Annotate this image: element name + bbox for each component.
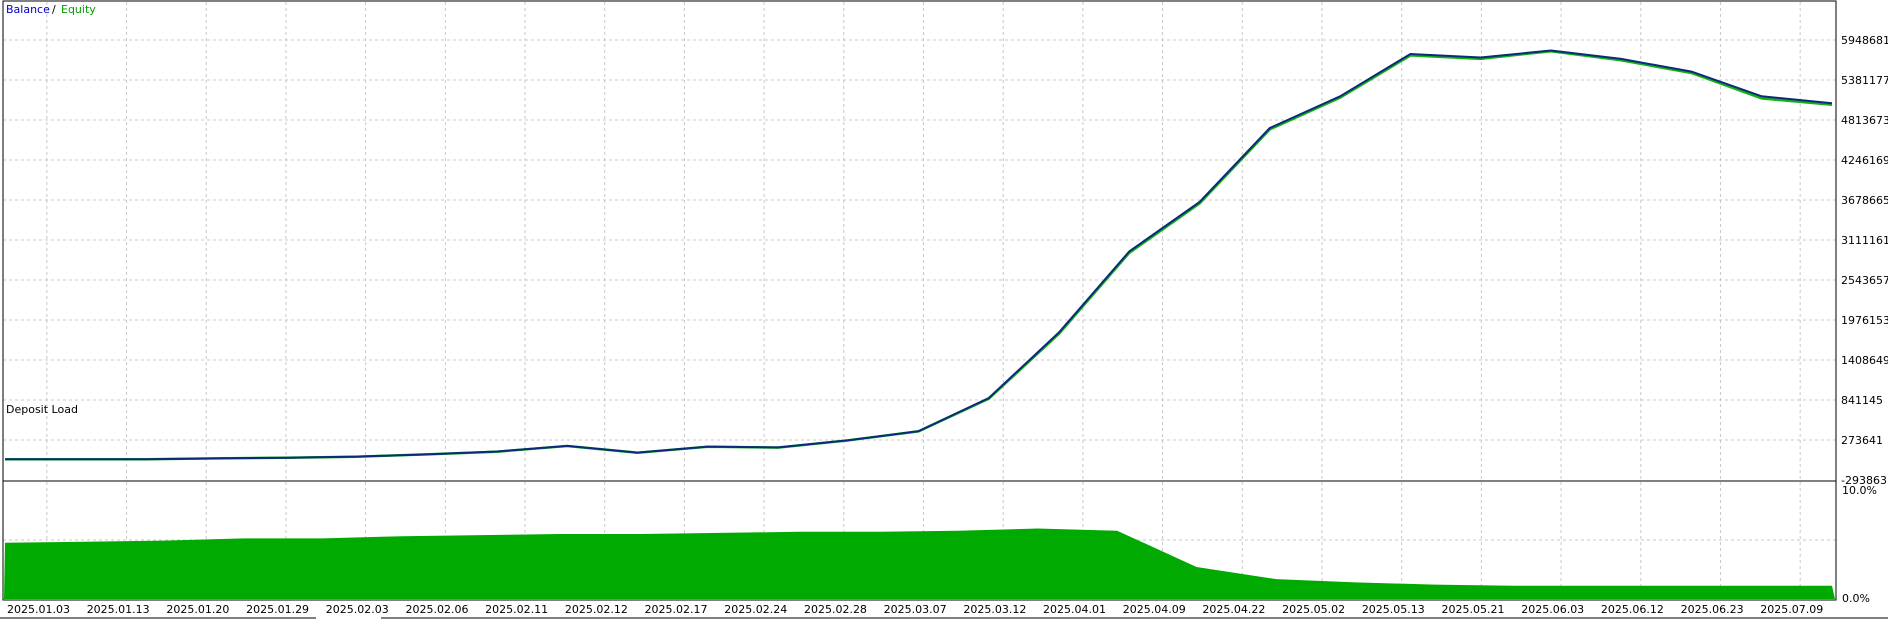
y-tick-label: 1408649 (1841, 354, 1888, 367)
legend-balance: Balance (6, 3, 50, 16)
y-tick-label: 5381177 (1841, 74, 1888, 87)
x-tick-label: 2025.02.03 (326, 603, 389, 616)
time-x-axis: 2025.01.03 2025.01.13 2025.01.20 2025.01.29… (7, 603, 1823, 616)
x-tick-label: 2025.02.11 (485, 603, 548, 616)
x-tick-label: 2025.02.24 (724, 603, 787, 616)
x-tick-label: 2025.06.23 (1681, 603, 1744, 616)
x-tick-label: 2025.03.12 (963, 603, 1026, 616)
x-tick-label: 2025.01.03 (7, 603, 70, 616)
equity-line (5, 49, 1833, 461)
balance-line (5, 49, 1833, 461)
x-tick-label: 2025.04.09 (1123, 603, 1186, 616)
deposit-load-y-axis: 10.0% 0.0% (1842, 484, 1877, 605)
x-tick-label: 2025.06.03 (1521, 603, 1584, 616)
price-panel-frame (2, 0, 1837, 482)
y-tick-label: 841145 (1841, 394, 1883, 407)
x-tick-label: 2025.05.13 (1362, 603, 1425, 616)
x-tick-label: 2025.02.17 (645, 603, 708, 616)
x-tick-label: 2025.02.06 (405, 603, 468, 616)
top-grid (3, 2, 1836, 480)
deposit-load-tick-label: 10.0% (1842, 484, 1877, 497)
y-tick-label: 3678665 (1841, 194, 1888, 207)
y-tick-label: 4246169 (1841, 154, 1888, 167)
backtest-chart: 5948681 5381177 4813673 4246169 3678665 31111… (0, 0, 1888, 619)
y-tick-label: 273641 (1841, 434, 1883, 447)
x-tick-label: 2025.01.20 (166, 603, 229, 616)
balance-equity-lines (5, 49, 1833, 461)
y-tick-label: 3111161 (1841, 234, 1888, 247)
deposit-load-tick-label: 0.0% (1842, 592, 1870, 605)
x-tick-label: 2025.02.28 (804, 603, 867, 616)
deposit-load-fill (4, 528, 1835, 599)
y-tick-label: 4813673 (1841, 114, 1888, 127)
legend-equity: Equity (61, 3, 96, 16)
x-tick-label: 2025.06.12 (1601, 603, 1664, 616)
y-tick-label: 5948681 (1841, 34, 1888, 47)
x-tick-label: 2025.04.22 (1202, 603, 1265, 616)
y-tick-label: 2543657 (1841, 274, 1888, 287)
x-tick-label: 2025.05.02 (1282, 603, 1345, 616)
x-tick-label: 2025.04.01 (1043, 603, 1106, 616)
y-tick-label: 1976153 (1841, 314, 1888, 327)
deposit-load-title: Deposit Load (6, 403, 78, 416)
x-tick-label: 2025.03.07 (884, 603, 947, 616)
x-tick-label: 2025.01.29 (246, 603, 309, 616)
deposit-load-area (4, 528, 1835, 599)
x-tick-label: 2025.01.13 (87, 603, 150, 616)
x-tick-label: 2025.05.21 (1442, 603, 1505, 616)
x-tick-label: 2025.02.12 (565, 603, 628, 616)
balance-y-axis: 5948681 5381177 4813673 4246169 3678665 31111… (1841, 34, 1888, 487)
legend-separator: / (52, 3, 56, 16)
x-tick-label: 2025.07.09 (1760, 603, 1823, 616)
